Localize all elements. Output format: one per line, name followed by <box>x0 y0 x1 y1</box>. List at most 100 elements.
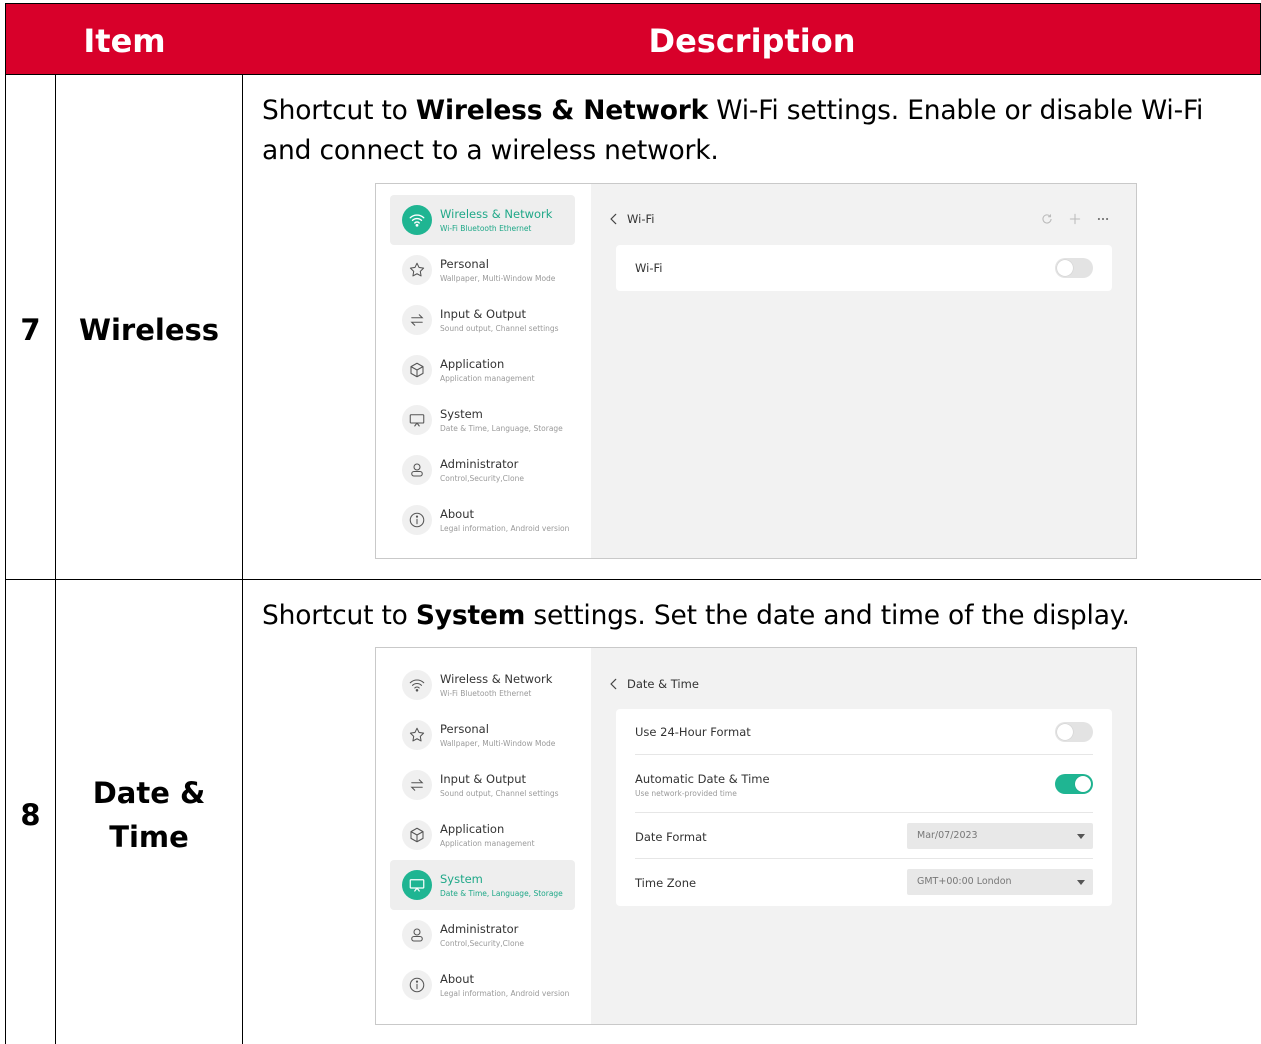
header-actions <box>1040 212 1110 226</box>
menu-title: System <box>440 872 483 886</box>
menu-item-administrator[interactable]: Administrator Control,Security,Clone <box>390 445 575 495</box>
column-divider-item <box>242 74 243 1044</box>
page-title-text: Date & Time <box>627 677 699 691</box>
date-format-value: Mar/07/2023 <box>917 830 978 841</box>
auto-datetime-row: Automatic Date & Time Use network-provid… <box>635 755 1093 813</box>
date-format-label: Date Format <box>635 830 707 844</box>
time-zone-row: Time Zone GMT+00:00 London <box>635 859 1093 905</box>
plus-icon[interactable] <box>1068 212 1082 226</box>
monitor-icon <box>402 405 432 435</box>
header-item: Item <box>83 22 166 60</box>
settings-sidebar: Wireless & Network Wi-Fi Bluetooth Ether… <box>376 648 591 1024</box>
menu-subtitle: Wi-Fi Bluetooth Ethernet <box>440 224 532 233</box>
menu-title: Wireless & Network <box>440 672 553 686</box>
time-zone-label: Time Zone <box>635 876 697 890</box>
time-zone-select[interactable]: GMT+00:00 London <box>907 869 1093 895</box>
menu-item-input-output[interactable]: Input & Output Sound output, Channel set… <box>390 760 575 810</box>
menu-title: Wireless & Network <box>440 207 553 221</box>
menu-item-wireless[interactable]: Wireless & Network Wi-Fi Bluetooth Ether… <box>390 660 575 710</box>
user-icon <box>402 920 432 950</box>
menu-subtitle: Wallpaper, Multi-Window Mode <box>440 274 556 283</box>
row-description: Shortcut to System settings. Set the dat… <box>262 600 1130 631</box>
menu-subtitle: Legal information, Android version <box>440 524 570 533</box>
datetime-card: Use 24-Hour Format Automatic Date & Time… <box>616 709 1112 906</box>
settings-sidebar: Wireless & Network Wi-Fi Bluetooth Ether… <box>376 184 591 558</box>
row-number: 8 <box>20 798 41 832</box>
menu-subtitle: Legal information, Android version <box>440 989 570 998</box>
use-24h-toggle[interactable] <box>1055 722 1093 742</box>
back-arrow-icon[interactable] <box>607 677 621 691</box>
menu-title: Administrator <box>440 922 519 936</box>
menu-subtitle: Control,Security,Clone <box>440 474 524 483</box>
page-title: Wi-Fi <box>607 212 654 226</box>
refresh-icon[interactable] <box>1040 212 1054 226</box>
date-format-row: Date Format Mar/07/2023 <box>635 813 1093 859</box>
table-header: Item Description <box>5 3 1261 75</box>
menu-title: Administrator <box>440 457 519 471</box>
back-arrow-icon[interactable] <box>607 212 621 226</box>
auto-datetime-label: Automatic Date & Time <box>635 772 770 786</box>
star-icon <box>402 720 432 750</box>
row-divider <box>5 579 1261 580</box>
menu-item-system[interactable]: System Date & Time, Language, Storage <box>390 395 575 445</box>
settings-screenshot-datetime: Wireless & Network Wi-Fi Bluetooth Ether… <box>375 647 1137 1025</box>
wifi-icon <box>402 670 432 700</box>
menu-subtitle: Wi-Fi Bluetooth Ethernet <box>440 689 532 698</box>
cube-icon <box>402 355 432 385</box>
info-icon <box>402 505 432 535</box>
menu-item-administrator[interactable]: Administrator Control,Security,Clone <box>390 910 575 960</box>
info-icon <box>402 970 432 1000</box>
menu-title: System <box>440 407 483 421</box>
menu-subtitle: Sound output, Channel settings <box>440 789 559 798</box>
row-item-line: Date & <box>92 776 206 810</box>
menu-item-personal[interactable]: Personal Wallpaper, Multi-Window Mode <box>390 710 575 760</box>
menu-item-personal[interactable]: Personal Wallpaper, Multi-Window Mode <box>390 245 575 295</box>
column-divider-number <box>55 74 56 1044</box>
menu-item-about[interactable]: About Legal information, Android version <box>390 495 575 545</box>
menu-subtitle: Date & Time, Language, Storage <box>440 424 563 433</box>
use-24h-label: Use 24-Hour Format <box>635 725 751 739</box>
chevron-down-icon <box>1077 880 1085 885</box>
menu-subtitle: Sound output, Channel settings <box>440 324 559 333</box>
menu-item-application[interactable]: Application Application management <box>390 345 575 395</box>
page-title-text: Wi-Fi <box>627 212 655 226</box>
menu-item-about[interactable]: About Legal information, Android version <box>390 960 575 1010</box>
user-icon <box>402 455 432 485</box>
menu-item-application[interactable]: Application Application management <box>390 810 575 860</box>
wifi-card: Wi-Fi <box>616 245 1112 291</box>
document-page: Item Description 7 Wireless Shortcut to … <box>0 0 1261 1044</box>
menu-title: About <box>440 507 475 521</box>
auto-datetime-toggle[interactable] <box>1055 774 1093 794</box>
chevron-down-icon <box>1077 834 1085 839</box>
auto-datetime-sublabel: Use network-provided time <box>635 789 737 798</box>
monitor-icon <box>402 870 432 900</box>
menu-title: Input & Output <box>440 772 527 786</box>
menu-subtitle: Control,Security,Clone <box>440 939 524 948</box>
time-zone-value: GMT+00:00 London <box>917 876 1012 887</box>
row-description: Shortcut to Wireless & Network Wi-Fi set… <box>262 95 1204 166</box>
table-border-left <box>5 74 6 1044</box>
wifi-icon <box>402 205 432 235</box>
use-24h-row: Use 24-Hour Format <box>635 709 1093 755</box>
date-format-select[interactable]: Mar/07/2023 <box>907 823 1093 849</box>
star-icon <box>402 255 432 285</box>
settings-screenshot-wifi: Wireless & Network Wi-Fi Bluetooth Ether… <box>375 183 1137 559</box>
menu-item-wireless[interactable]: Wireless & Network Wi-Fi Bluetooth Ether… <box>390 195 575 245</box>
cube-icon <box>402 820 432 850</box>
swap-arrows-icon <box>402 770 432 800</box>
menu-title: Application <box>440 357 505 371</box>
menu-title: Input & Output <box>440 307 527 321</box>
row-item: Date & Time <box>56 770 242 860</box>
menu-title: Application <box>440 822 505 836</box>
swap-arrows-icon <box>402 305 432 335</box>
row-item: Wireless <box>78 313 220 347</box>
wifi-row: Wi-Fi <box>635 245 1093 291</box>
row-item-line: Time <box>109 820 189 854</box>
menu-item-system[interactable]: System Date & Time, Language, Storage <box>390 860 575 910</box>
menu-title: Personal <box>440 257 489 271</box>
wifi-toggle[interactable] <box>1055 258 1093 278</box>
menu-item-input-output[interactable]: Input & Output Sound output, Channel set… <box>390 295 575 345</box>
more-icon[interactable] <box>1096 212 1110 226</box>
menu-title: About <box>440 972 475 986</box>
page-title: Date & Time <box>607 677 699 691</box>
